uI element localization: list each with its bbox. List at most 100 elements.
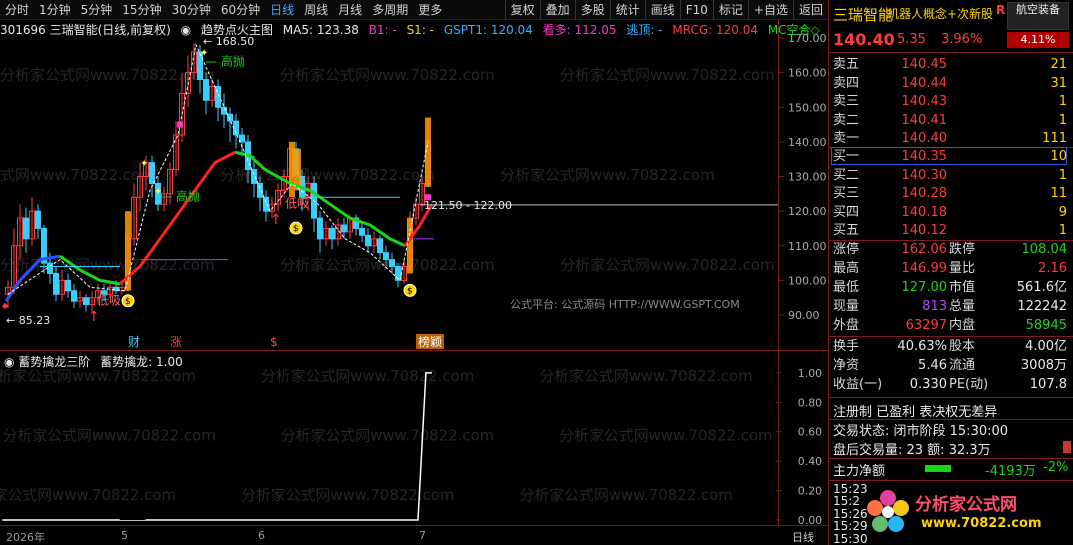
time-axis: 2026年 5 6 7 日线 — [0, 525, 828, 545]
signal-star-icon: ✦ — [140, 159, 148, 170]
logo-url: www.70822.com — [921, 516, 1042, 531]
sub-indicator-icon[interactable]: ◉ — [4, 355, 18, 369]
fin-value: 5.46 — [918, 358, 947, 373]
watermark: 分析家公式网www.70822.com — [500, 166, 715, 184]
bottom-marker: $ — [270, 335, 278, 349]
period-label[interactable]: 日线 — [792, 529, 814, 545]
ask-volume: 21 — [1050, 57, 1067, 72]
candle-body — [251, 169, 257, 184]
stat-row: 现量 813 总量 122242 — [829, 298, 1067, 316]
toolbar-action-8[interactable]: 返回 — [792, 0, 828, 20]
start-marker-icon: ◆ — [2, 301, 9, 310]
fin-value: 4.00亿 — [1025, 339, 1067, 354]
chevron-icon[interactable]: ◉ — [181, 23, 191, 37]
candle-body — [71, 290, 77, 302]
watermark: 分析家公式网www.70822.com — [560, 66, 775, 84]
toolbar-action-1[interactable]: 叠加 — [539, 0, 575, 20]
toolbar-period-4[interactable]: 30分钟 — [167, 0, 216, 20]
sub-indicator-header: ◉ 蓄势擒龙三阶 蓄势擒龙: 1.00 — [4, 353, 183, 370]
ask-row[interactable]: 卖五 140.45 21 — [829, 56, 1067, 74]
toolbar-action-2[interactable]: 多股 — [574, 0, 610, 20]
stat-row: 最低 127.00 市值 561.6亿 — [829, 279, 1067, 297]
registration-badge: R — [996, 3, 1006, 17]
ask-volume: 1 — [1058, 112, 1067, 128]
fin-key: 换手 — [833, 339, 860, 354]
period-toolbar: 分时 1分钟 5分钟 15分钟 30分钟 60分钟 日线 周线 月线 多周期 更多 复权 叠加 多股 统计画… — [0, 0, 828, 20]
toolbar-action-0[interactable]: 复权 — [504, 0, 540, 20]
toolbar-action-3[interactable]: 统计 — [609, 0, 645, 20]
watermark: 分析家公式网www.70822.com — [0, 486, 176, 504]
toolbar-period-3[interactable]: 15分钟 — [117, 0, 166, 20]
fin-row: 收益(一) 0.330 PE(动) 107.8 — [829, 376, 1067, 394]
toolbar-action-7[interactable]: +自选 — [747, 0, 793, 20]
sub-indicator-chart[interactable]: 分析家公式网www.70822.com 分析家公式网www.70822.com 分析… — [0, 350, 828, 525]
stock-tags: 注册制 已盈利 表决权无差异 — [833, 405, 998, 420]
ask-price: 140.41 — [901, 112, 948, 128]
toolbar-action-5[interactable]: F10 — [679, 0, 713, 20]
bid-price: 140.12 — [901, 223, 948, 239]
stat-value: 63297 — [905, 318, 947, 333]
ask-row[interactable]: 卖四 140.44 31 — [829, 75, 1067, 93]
bid-row[interactable]: 买五 140.12 1 — [829, 222, 1067, 240]
netflow-label: 主力净额 — [833, 464, 886, 479]
y-tick-label: 150.00 — [788, 101, 827, 114]
bottom-marker: 榜颖 — [418, 334, 442, 349]
toolbar-period-6[interactable]: 日线 — [265, 0, 299, 20]
toolbar-period-5[interactable]: 60分钟 — [216, 0, 265, 20]
toolbar-period-8[interactable]: 月线 — [333, 0, 367, 20]
candle-body — [83, 297, 89, 306]
candle-body — [221, 106, 227, 115]
indicator-info-line: 301696 三瑞智能(日线,前复权) ◉ 趋势点火主图 MA5: 123.38… — [0, 21, 826, 39]
low-label: ← 85.23 — [6, 314, 50, 327]
stat-row: 外盘 63297 内盘 58945 — [829, 317, 1067, 335]
concept-label[interactable]: 机器人概念+次新股 — [887, 5, 993, 22]
fin-value: 0.330 — [909, 377, 947, 392]
logo-text: 分析家公式网 — [915, 495, 1017, 515]
stat-key: 市值 — [949, 280, 976, 295]
y-tick-label: 0.00 — [798, 514, 822, 525]
toolbar-period-10[interactable]: 更多 — [413, 0, 447, 20]
money-bag-symbol: $ — [293, 224, 299, 234]
watermark: 分析家公式网www.70822.com — [559, 426, 772, 444]
stat-value: 813 — [922, 299, 947, 314]
toolbar-action-6[interactable]: 标记 — [712, 0, 748, 20]
toolbar-period-1[interactable]: 1分钟 — [34, 0, 76, 20]
ma5-value: MA5: 123.38 — [282, 23, 359, 37]
ask-row[interactable]: 卖一 140.40 111 — [829, 130, 1067, 148]
signal-candle — [407, 218, 413, 274]
sector-box[interactable]: 航空装备 — [1007, 2, 1069, 30]
gaopao-label: — 高抛 — [205, 54, 245, 69]
toolbar-action-4[interactable]: 画线 — [644, 0, 680, 20]
stat-key: 现量 — [833, 299, 860, 314]
bid-row[interactable]: 买四 140.18 9 — [829, 204, 1067, 222]
mc-value: MC空合◇ — [767, 23, 820, 37]
bid-price: 140.30 — [901, 167, 948, 183]
toolbar-period-0[interactable]: 分时 — [0, 0, 34, 20]
toolbar-period-2[interactable]: 5分钟 — [76, 0, 118, 20]
bid-row[interactable]: 买三 140.28 11 — [829, 185, 1067, 203]
toolbar-period-9[interactable]: 多周期 — [367, 0, 413, 20]
ask-price: 140.44 — [901, 75, 948, 91]
ask-row[interactable]: 卖二 140.41 1 — [829, 112, 1067, 130]
stat-key: 总量 — [949, 299, 976, 314]
site-logo: 分析家公式网 www.70822.com — [865, 484, 1065, 542]
sub-indicator-title[interactable]: 蓄势擒龙三阶 — [18, 355, 90, 369]
toolbar-period-7[interactable]: 周线 — [299, 0, 333, 20]
ask-label: 卖一 — [833, 131, 860, 147]
stat-value: 122242 — [1017, 299, 1067, 314]
main-kline-chart[interactable]: 分析家公式网www.70822.com 分析家公式网www.70822.com 分析… — [0, 20, 828, 350]
candle-body — [377, 238, 383, 254]
fin-key: PE(动) — [949, 377, 989, 392]
bid-label: 买二 — [833, 167, 860, 183]
dixi-label: 低吸 — [285, 197, 309, 211]
sector-pct: 4.11% — [1007, 32, 1069, 48]
ask-row[interactable]: 卖三 140.43 1 — [829, 93, 1067, 111]
bid-row[interactable]: 买一 140.35 10 — [829, 148, 1067, 166]
fin-row: 净资 5.46 流通 3008万 — [829, 357, 1067, 375]
sub-indicator-value: 蓄势擒龙: 1.00 — [100, 355, 183, 369]
indicator-name[interactable]: 趋势点火主图 — [201, 23, 273, 37]
watermark: 分析家公式网www.70822.com — [0, 66, 215, 84]
y-tick-label: 120.00 — [788, 205, 827, 218]
bid-row[interactable]: 买二 140.30 1 — [829, 167, 1067, 185]
candle-body — [23, 217, 29, 240]
